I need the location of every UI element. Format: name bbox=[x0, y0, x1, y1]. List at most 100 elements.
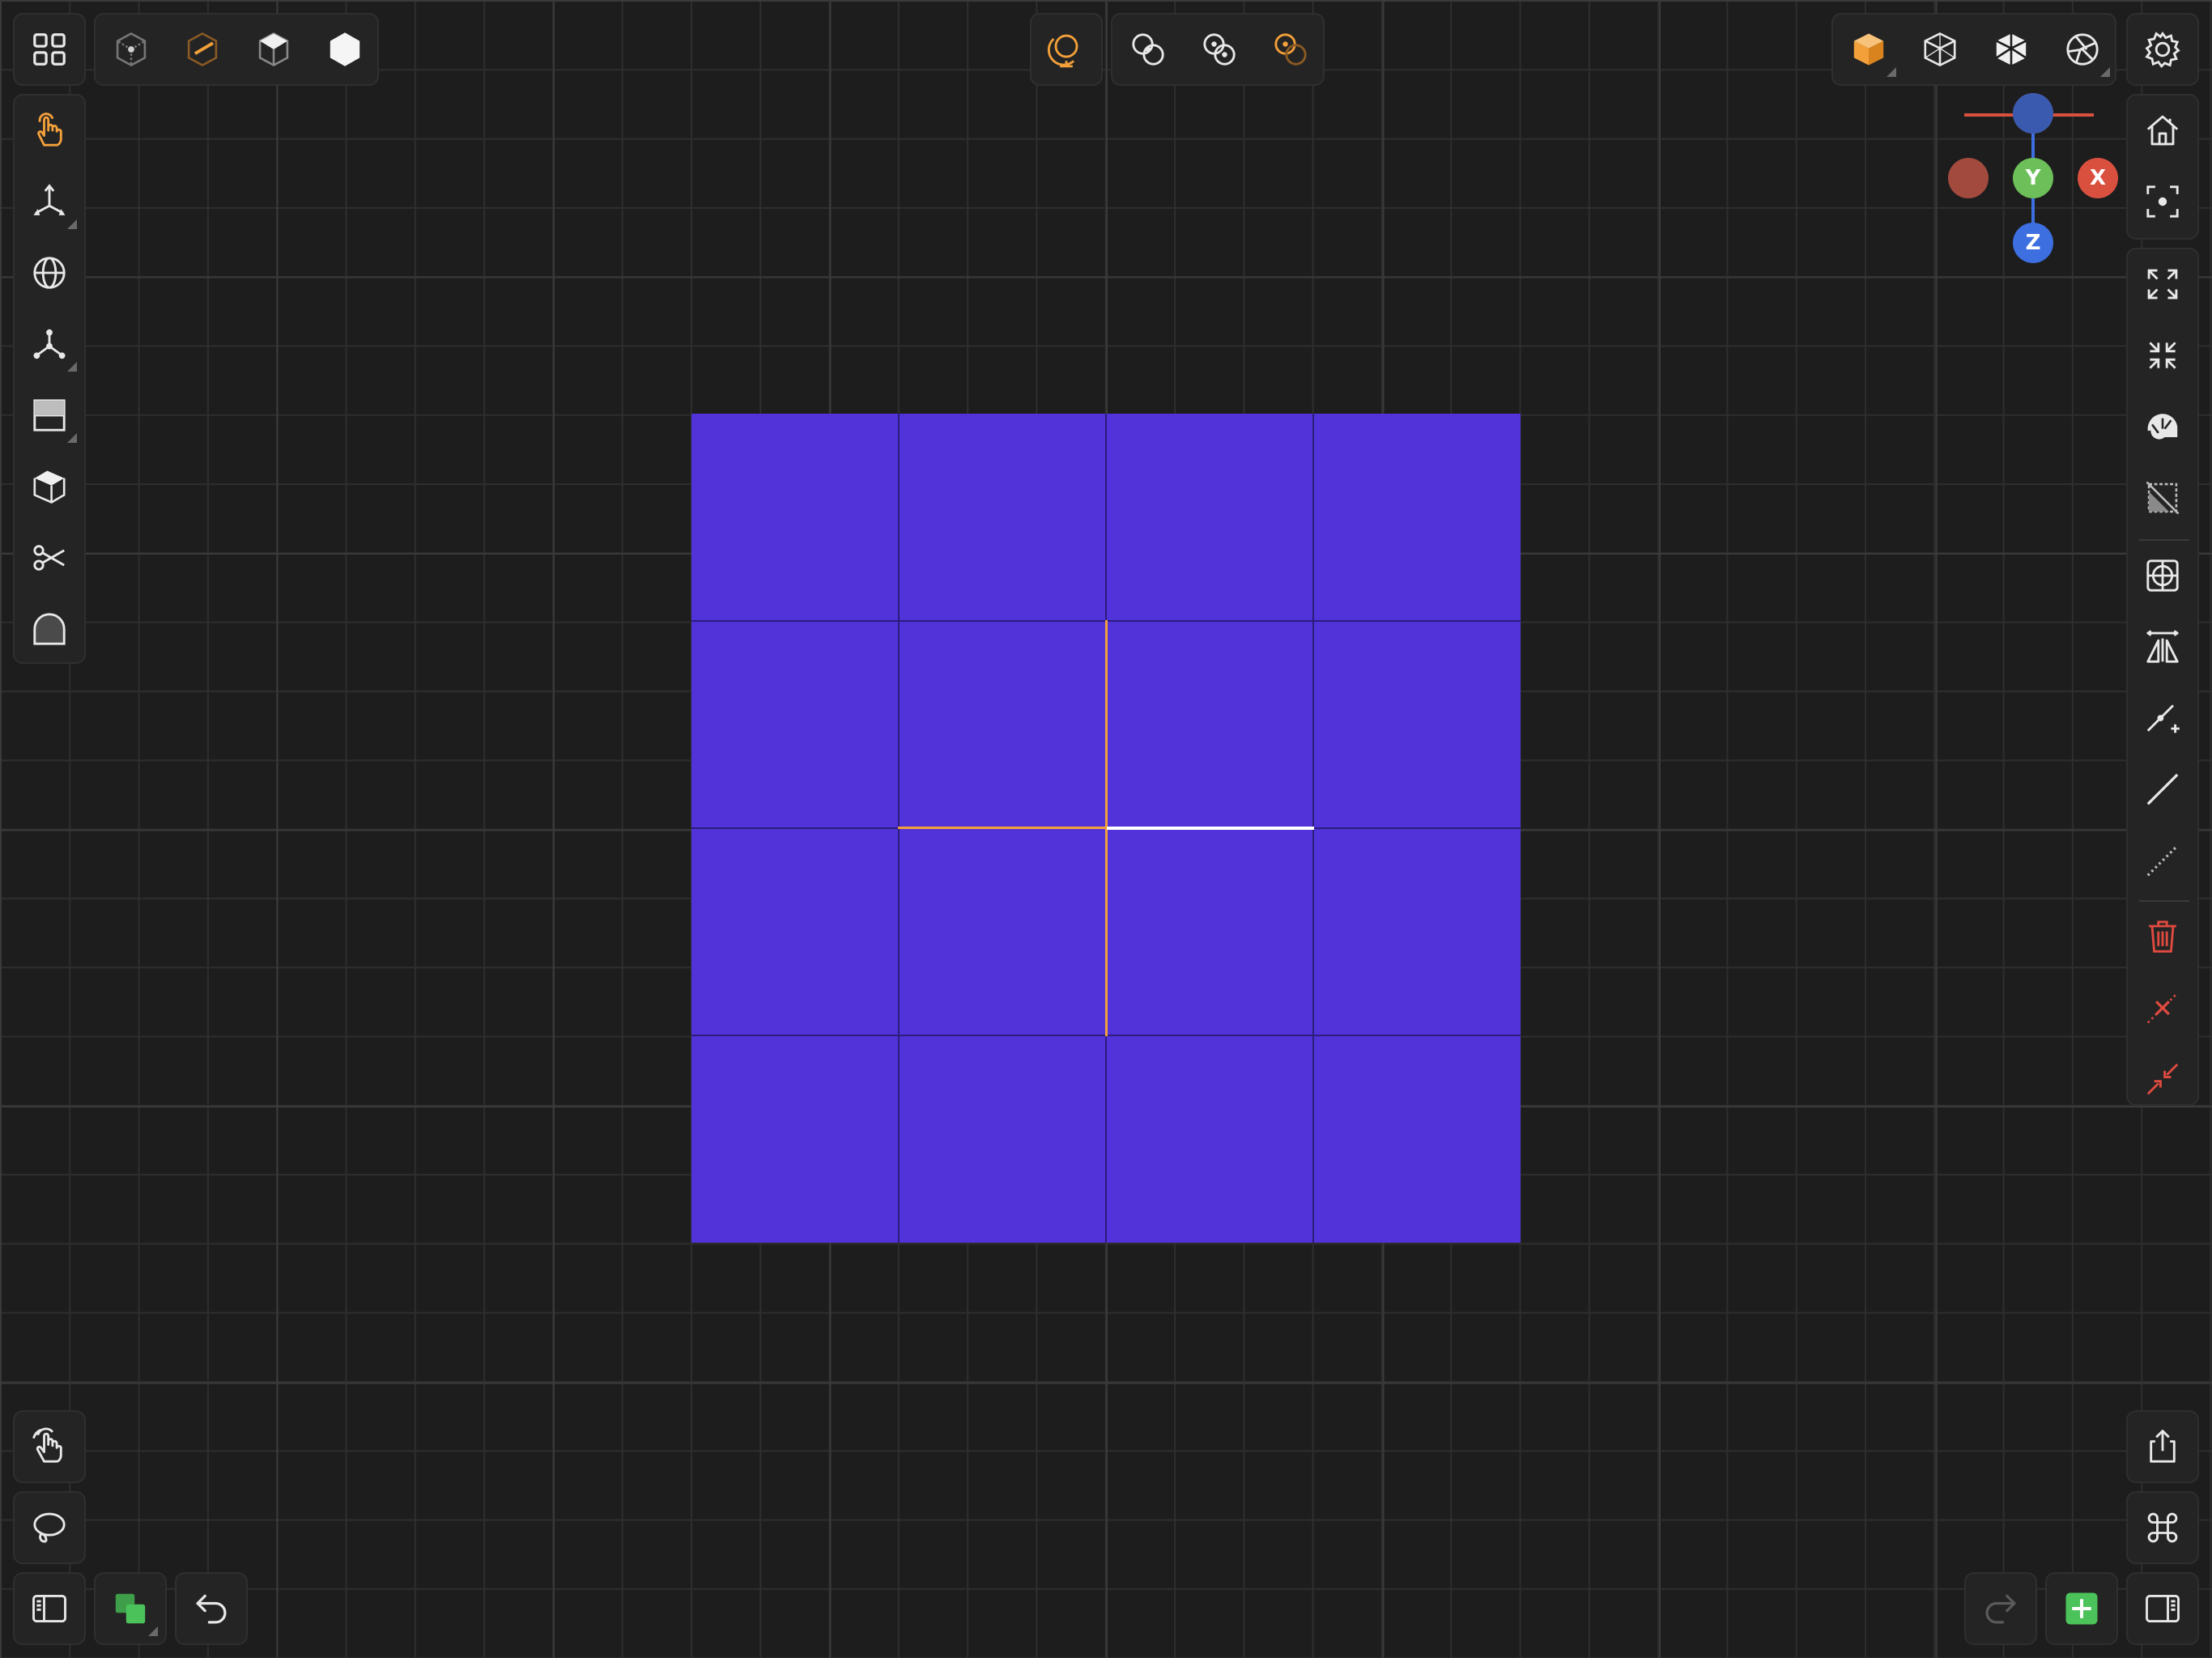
focus-frame-button[interactable] bbox=[2130, 169, 2195, 234]
redo-button[interactable] bbox=[1968, 1576, 2033, 1641]
y-axis-handle[interactable]: Y bbox=[2013, 158, 2053, 198]
delete-button[interactable] bbox=[2130, 904, 2195, 969]
command-button[interactable] bbox=[2130, 1495, 2195, 1560]
gesture-button[interactable] bbox=[17, 1414, 82, 1479]
gesture-panel bbox=[13, 1410, 86, 1483]
toolbar-separator bbox=[2139, 539, 2189, 541]
vertex-mode-button[interactable] bbox=[99, 17, 164, 82]
layers-panel bbox=[94, 1572, 167, 1645]
toolbar-separator bbox=[2139, 900, 2189, 902]
shrink-icon bbox=[2149, 342, 2176, 369]
add-icon bbox=[2065, 1592, 2098, 1625]
vertex-mode-icon bbox=[116, 32, 147, 66]
mirror-icon bbox=[2146, 630, 2179, 663]
expand-icon bbox=[2147, 269, 2178, 300]
command-panel bbox=[2126, 1491, 2199, 1564]
move-gizmo-icon bbox=[33, 184, 66, 215]
xray-shading-button[interactable] bbox=[1979, 17, 2044, 82]
toggle-right-sidebar-button[interactable] bbox=[2130, 1576, 2195, 1641]
toggle-left-sidebar-button[interactable] bbox=[17, 1576, 82, 1641]
grid-menu-button[interactable] bbox=[17, 17, 82, 82]
z-axis-handle[interactable]: Z bbox=[2013, 223, 2053, 263]
pivot-active-icon bbox=[1274, 33, 1307, 66]
pivot-active-button[interactable] bbox=[1258, 17, 1323, 82]
hide-button[interactable] bbox=[2130, 466, 2195, 530]
spiral-icon bbox=[2147, 414, 2178, 440]
redo-panel bbox=[1964, 1572, 2037, 1645]
settings-button[interactable] bbox=[2130, 17, 2195, 82]
knife-icon bbox=[33, 545, 65, 571]
snap-icon bbox=[2146, 559, 2179, 592]
loop-cut-button[interactable] bbox=[17, 383, 82, 448]
x-axis-handle[interactable]: X bbox=[2078, 158, 2118, 198]
share-panel bbox=[2126, 1410, 2199, 1483]
knife-tool-button[interactable] bbox=[17, 525, 82, 590]
merge-button[interactable] bbox=[2130, 1047, 2195, 1112]
share-button[interactable] bbox=[2130, 1414, 2195, 1479]
pivot-panel bbox=[1111, 13, 1325, 86]
layers-icon bbox=[115, 1593, 146, 1624]
move-tool-button[interactable] bbox=[17, 169, 82, 234]
shrink-button[interactable] bbox=[2130, 323, 2195, 388]
lasso-button[interactable] bbox=[17, 1495, 82, 1560]
bevel-icon bbox=[33, 613, 66, 645]
neg-z-axis-handle[interactable] bbox=[2013, 93, 2053, 134]
selection-mode-panel bbox=[94, 13, 379, 86]
sidebar-right-icon bbox=[2146, 1594, 2180, 1623]
dashed-edge-button[interactable] bbox=[2130, 828, 2195, 893]
select-hand-icon bbox=[37, 113, 62, 147]
edge-mode-button[interactable] bbox=[170, 17, 235, 82]
spiral-button[interactable] bbox=[2130, 394, 2195, 459]
undo-icon bbox=[196, 1594, 227, 1624]
grid-menu-icon bbox=[33, 33, 66, 66]
mirror-button[interactable] bbox=[2130, 614, 2195, 679]
solid-shading-button[interactable] bbox=[1836, 17, 1901, 82]
active-edge[interactable] bbox=[1107, 827, 1314, 830]
layers-button[interactable] bbox=[98, 1576, 163, 1641]
home-view-button[interactable] bbox=[2130, 98, 2195, 163]
merge-icon bbox=[2146, 1063, 2179, 1095]
right-view-panel bbox=[2126, 94, 2199, 240]
selected-edge-horizontal[interactable] bbox=[898, 827, 1106, 829]
snap-button[interactable] bbox=[2130, 543, 2195, 608]
rotate-tool-button[interactable] bbox=[17, 240, 82, 305]
transform-tool-button[interactable] bbox=[17, 312, 82, 376]
redo-icon bbox=[1985, 1594, 2016, 1624]
transform-axes-icon bbox=[33, 329, 66, 359]
object-mode-icon bbox=[330, 32, 360, 66]
select-tool-button[interactable] bbox=[17, 98, 82, 163]
add-object-button[interactable] bbox=[2049, 1576, 2114, 1641]
face-mode-icon bbox=[258, 32, 289, 66]
world-space-button[interactable] bbox=[1034, 17, 1099, 82]
dissolve-button[interactable] bbox=[2130, 976, 2195, 1040]
pivot-individual-icon bbox=[1203, 33, 1236, 66]
subdivide-edge-button[interactable] bbox=[2130, 686, 2195, 750]
subdivide-edge-icon bbox=[2146, 704, 2180, 733]
neg-x-axis-handle[interactable] bbox=[1948, 158, 1989, 198]
pivot-center-button[interactable] bbox=[1116, 17, 1180, 82]
pivot-center-icon bbox=[1132, 33, 1164, 66]
loop-cut-icon bbox=[33, 399, 66, 432]
undo-button[interactable] bbox=[179, 1576, 244, 1641]
share-icon bbox=[2150, 1430, 2176, 1463]
bevel-tool-button[interactable] bbox=[17, 597, 82, 661]
left-sidebar-panel bbox=[13, 1572, 86, 1645]
hide-icon bbox=[2146, 481, 2180, 515]
expand-button[interactable] bbox=[2130, 252, 2195, 317]
shading-panel bbox=[1831, 13, 2116, 86]
orientation-panel bbox=[1030, 13, 1103, 86]
settings-panel bbox=[2126, 13, 2199, 86]
edge-icon bbox=[2146, 773, 2179, 806]
plane-mesh[interactable] bbox=[691, 414, 1521, 1243]
face-mode-button[interactable] bbox=[241, 17, 306, 82]
solid-shading-icon bbox=[1853, 33, 1884, 66]
edge-button[interactable] bbox=[2130, 757, 2195, 822]
wireframe-shading-button[interactable] bbox=[1908, 17, 1972, 82]
dissolve-icon bbox=[2146, 992, 2179, 1024]
extrude-tool-button[interactable] bbox=[17, 454, 82, 519]
object-mode-button[interactable] bbox=[313, 17, 377, 82]
pivot-individual-button[interactable] bbox=[1187, 17, 1252, 82]
edge-mode-icon bbox=[187, 32, 218, 66]
lasso-panel bbox=[13, 1491, 86, 1564]
material-shading-button[interactable] bbox=[2050, 17, 2115, 82]
